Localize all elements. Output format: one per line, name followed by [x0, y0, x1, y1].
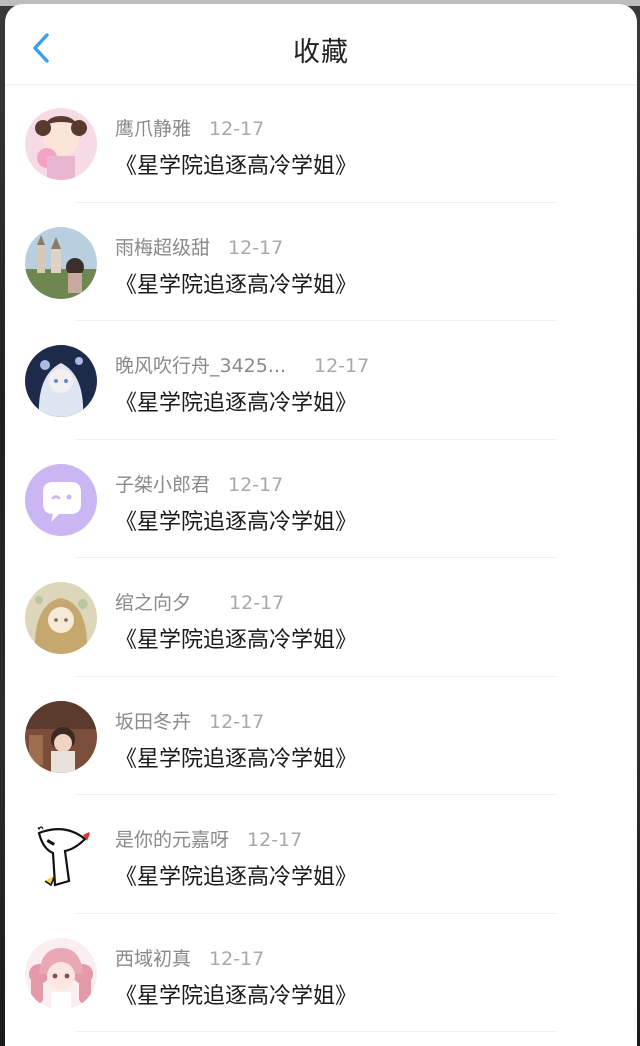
date: 12-17 [247, 829, 303, 851]
username[interactable]: 晚风吹行舟_3425... [115, 351, 286, 378]
book-title[interactable]: 《星学院追逐高冷学姐》 [115, 978, 357, 1010]
avatar[interactable] [25, 700, 97, 773]
item-meta: 西域初真 12-17 [115, 944, 264, 971]
date: 12-17 [229, 592, 285, 614]
list-item[interactable]: 是你的元嘉呀 12-17 《星学院追逐高冷学姐》 [5, 795, 637, 914]
list-item[interactable]: 鹰爪静雅 12-17 《星学院追逐高冷学姐》 [5, 84, 637, 203]
book-title[interactable]: 《星学院追逐高冷学姐》 [115, 267, 357, 299]
list-item[interactable]: 雨梅超级甜 12-17 《星学院追逐高冷学姐》 [5, 203, 637, 321]
book-title[interactable]: 《星学院追逐高冷学姐》 [115, 148, 357, 180]
list-item[interactable]: 西域初真 12-17 《星学院追逐高冷学姐》 [5, 914, 637, 1032]
item-meta: 是你的元嘉呀 12-17 [115, 825, 302, 852]
item-meta: 子桀小郎君 12-17 [115, 470, 283, 497]
item-meta: 绾之向夕 12-17 [115, 588, 284, 615]
list-item[interactable]: 坂田冬卉 12-17 《星学院追逐高冷学姐》 [5, 677, 637, 795]
book-title[interactable]: 《星学院追逐高冷学姐》 [115, 859, 357, 891]
favorites-panel: 收藏 鹰爪静雅 12-17 《星学院追逐高冷学姐》 雨梅超级甜 12-17 《星… [5, 4, 637, 1046]
username[interactable]: 西域初真 [115, 944, 191, 971]
divider [75, 1031, 557, 1032]
avatar[interactable] [25, 582, 97, 654]
page-title: 收藏 [293, 37, 349, 68]
book-title[interactable]: 《星学院追逐高冷学姐》 [115, 622, 357, 654]
date: 12-17 [209, 710, 265, 733]
favorites-list: 鹰爪静雅 12-17 《星学院追逐高冷学姐》 雨梅超级甜 12-17 《星学院追… [5, 84, 637, 1032]
username[interactable]: 子桀小郎君 [115, 470, 210, 497]
avatar[interactable] [25, 463, 97, 536]
username[interactable]: 是你的元嘉呀 [115, 825, 229, 852]
book-title[interactable]: 《星学院追逐高冷学姐》 [115, 385, 357, 417]
username[interactable]: 鹰爪静雅 [115, 114, 191, 141]
date: 12-17 [313, 355, 370, 377]
item-meta: 鹰爪静雅 12-17 [115, 114, 264, 141]
username[interactable]: 绾之向夕 [115, 588, 191, 615]
date: 12-17 [209, 947, 265, 970]
avatar[interactable] [25, 108, 97, 180]
header: 收藏 [5, 4, 637, 85]
date: 12-17 [228, 236, 284, 259]
username[interactable]: 雨梅超级甜 [115, 233, 210, 260]
username[interactable]: 坂田冬卉 [115, 707, 191, 734]
list-item[interactable]: 晚风吹行舟_3425... 12-17 《星学院追逐高冷学姐》 [5, 321, 637, 440]
item-meta: 坂田冬卉 12-17 [115, 707, 264, 734]
list-item[interactable]: 绾之向夕 12-17 《星学院追逐高冷学姐》 [5, 558, 637, 677]
item-meta: 晚风吹行舟_3425... 12-17 [115, 351, 369, 378]
avatar[interactable] [25, 345, 97, 417]
avatar[interactable] [25, 226, 97, 299]
avatar[interactable] [25, 937, 97, 1010]
item-meta: 雨梅超级甜 12-17 [115, 233, 283, 260]
date: 12-17 [209, 118, 265, 140]
book-title[interactable]: 《星学院追逐高冷学姐》 [115, 504, 357, 536]
list-item[interactable]: 子桀小郎君 12-17 《星学院追逐高冷学姐》 [5, 440, 637, 558]
date: 12-17 [228, 473, 284, 496]
book-title[interactable]: 《星学院追逐高冷学姐》 [115, 741, 357, 773]
avatar[interactable] [25, 819, 97, 891]
